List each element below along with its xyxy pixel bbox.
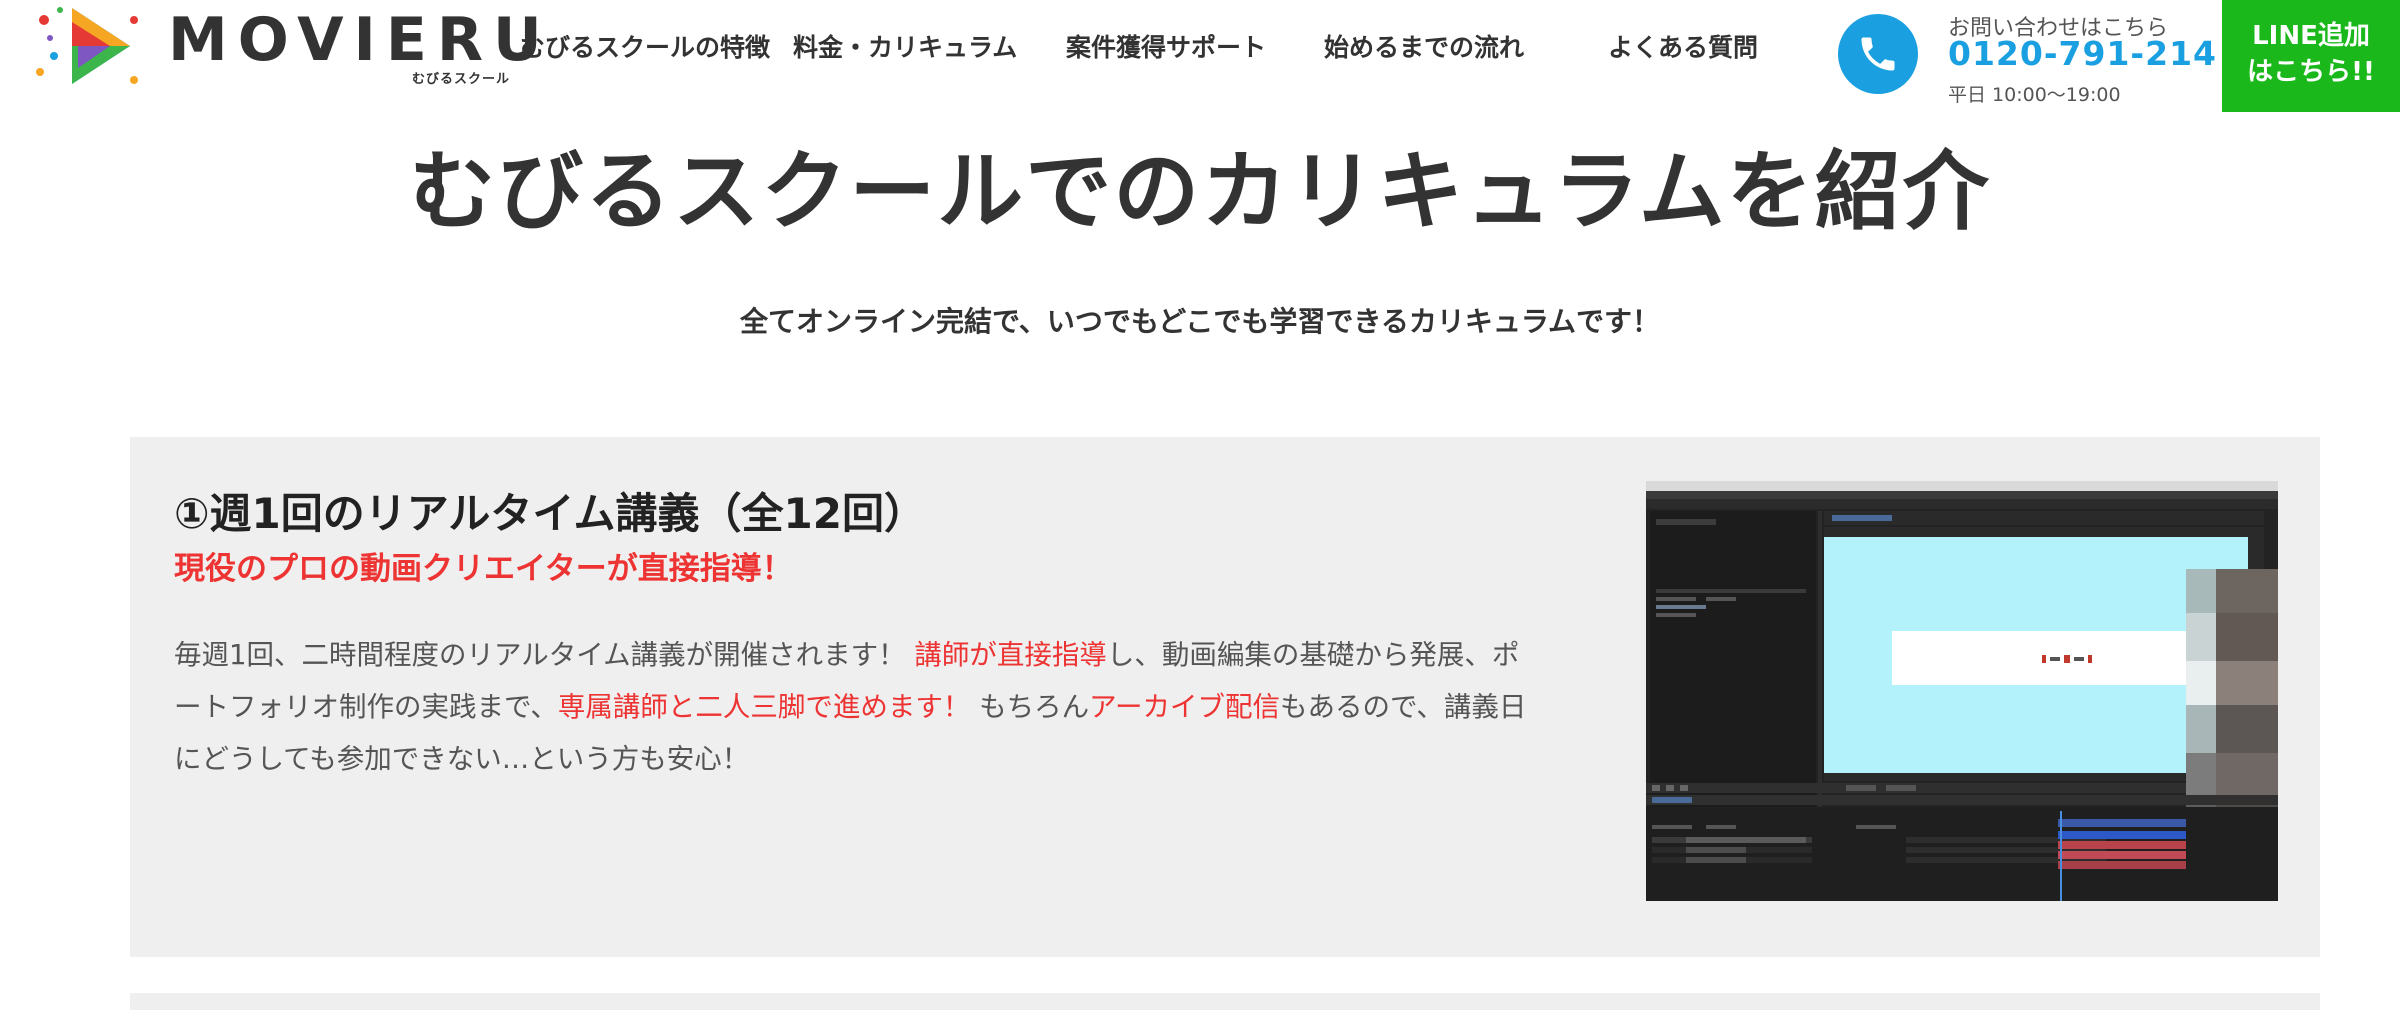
card-body-text: 毎週1回、二時間程度のリアルタイム講義が開催されます！ [174, 639, 915, 671]
contact-phone-number[interactable]: 0120-791-214 [1948, 34, 2217, 73]
contact-box: お問い合わせはこちら 0120-791-214 平日 10:00〜19:00 [1838, 10, 2218, 106]
page-title: むびるスクールでのカリキュラムを紹介 [409, 142, 1991, 242]
card-body-highlight: 専属講師と二人三脚で進めます！ [557, 691, 971, 723]
logo-subtext: むびるスクール [412, 72, 511, 87]
card-title: ①週1回のリアルタイム講義（全12回） [174, 489, 926, 538]
nav-item-faq[interactable]: よくある質問 [1608, 28, 1758, 68]
site-header: MOVIERU むびるスクール むびるスクールの特徴 料金・カリキュラム 案件獲… [0, 0, 2400, 112]
editor-screenshot-graphic [1646, 481, 2278, 901]
card-body-highlight: アーカイブ配信 [1089, 691, 1281, 723]
curriculum-card-next [130, 993, 2320, 1010]
editor-screenshot-image [1646, 481, 2278, 901]
nav-item-pricing-curriculum[interactable]: 料金・カリキュラム [793, 28, 1017, 68]
phone-glyph [1861, 37, 1895, 71]
site-logo[interactable]: MOVIERU むびるスクール [30, 0, 542, 92]
page-lead: 全てオンライン完結で、いつでもどこでも学習できるカリキュラムです！ [739, 305, 1661, 338]
logo-wordmark: MOVIERU [168, 5, 552, 75]
nav-item-flow[interactable]: 始めるまでの流れ [1324, 28, 1524, 68]
card-body: 毎週1回、二時間程度のリアルタイム講義が開催されます！ 講師が直接指導し、動画編… [174, 629, 1534, 785]
nav-item-features[interactable]: むびるスクールの特徴 [520, 28, 770, 68]
contact-hours: 平日 10:00〜19:00 [1948, 84, 2121, 106]
card-body-highlight: 講師が直接指導 [914, 639, 1107, 671]
curriculum-card: ①週1回のリアルタイム講義（全12回） 現役のプロの動画クリエイターが直接指導！… [130, 437, 2320, 957]
card-body-text: もちろん [970, 691, 1090, 723]
line-add-button-line1: LINE追加 [2252, 21, 2370, 51]
play-triangle-icon [36, 7, 138, 84]
phone-icon[interactable] [1838, 14, 1918, 94]
line-add-button[interactable]: LINE追加 はこちら!! [2222, 0, 2400, 112]
card-subtitle: 現役のプロの動画クリエイターが直接指導！ [174, 551, 793, 587]
nav-item-job-support[interactable]: 案件獲得サポート [1066, 28, 1266, 68]
line-add-button-line2: はこちら!! [2247, 57, 2375, 87]
